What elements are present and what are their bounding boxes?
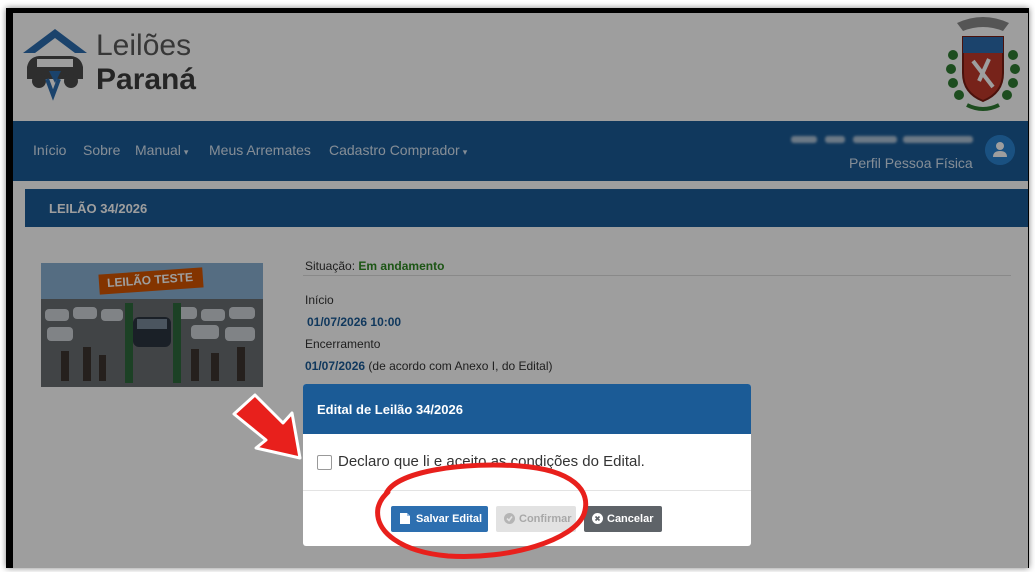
red-highlight-ellipse-icon (375, 462, 589, 560)
red-arrow-icon (232, 393, 302, 460)
tutorial-annotations (232, 393, 589, 560)
